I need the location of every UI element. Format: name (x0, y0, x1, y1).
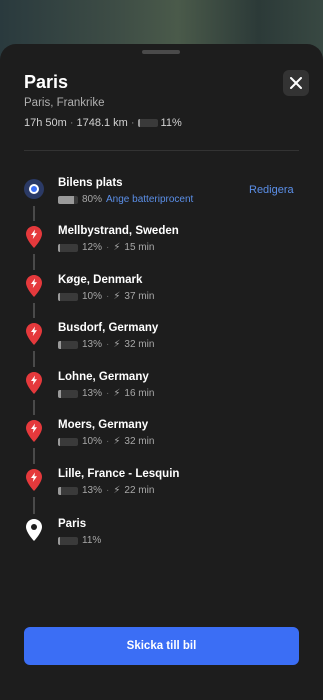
battery-icon (58, 437, 78, 446)
stop-name: Busdorf, Germany (58, 322, 159, 334)
charger-pin-icon (24, 323, 44, 345)
battery-icon (58, 195, 78, 204)
destination-pin-icon (24, 519, 44, 541)
send-to-car-button[interactable]: Skicka till bil (24, 627, 299, 665)
separator: · (106, 485, 110, 496)
route-connector (33, 400, 35, 415)
separator: · (106, 242, 110, 253)
current-location-icon (24, 178, 44, 200)
charger-pin-icon (24, 420, 44, 442)
route-sheet: Paris Paris, Frankrike 17h 50m · 1748.1 … (0, 44, 323, 700)
battery-icon (58, 536, 78, 545)
charge-time: 37 min (124, 291, 155, 302)
route-connector (33, 497, 35, 514)
stop-battery: 13% (82, 485, 103, 496)
battery-icon (58, 292, 78, 301)
trip-stats: 17h 50m · 1748.1 km · 11% (24, 117, 182, 129)
arrival-battery: 11% (160, 117, 182, 129)
separator: · (106, 291, 110, 302)
stop-charger[interactable]: Busdorf, Germany 13% · ⚡︎ 32 min (0, 322, 323, 362)
stop-name: Bilens plats (58, 177, 123, 189)
separator: · (106, 388, 110, 399)
stop-name: Paris (58, 518, 87, 530)
bolt-icon: ⚡︎ (113, 388, 121, 399)
separator: · (130, 117, 135, 129)
stop-battery: 10% (82, 291, 103, 302)
stop-destination[interactable]: Paris 11% (0, 518, 323, 558)
stop-name: Moers, Germany (58, 419, 149, 431)
drag-handle[interactable] (142, 50, 180, 54)
bolt-icon: ⚡︎ (113, 242, 121, 253)
charger-pin-icon (24, 372, 44, 394)
route-connector (33, 303, 35, 318)
bolt-icon: ⚡︎ (113, 339, 121, 350)
stop-charger[interactable]: Moers, Germany 10% · ⚡︎ 32 min (0, 419, 323, 459)
charger-pin-icon (24, 275, 44, 297)
close-button[interactable] (283, 70, 309, 96)
stop-info: 80% Ange batteriprocent (58, 194, 193, 205)
stop-name: Mellbystrand, Sweden (58, 225, 179, 237)
separator: · (69, 117, 74, 129)
battery-icon (58, 486, 78, 495)
charger-pin-icon (24, 469, 44, 491)
stop-info: 10% · ⚡︎ 37 min (58, 291, 154, 302)
close-icon (290, 77, 302, 89)
stop-battery: 80% (82, 194, 103, 205)
battery-icon (58, 389, 78, 398)
separator: · (106, 436, 110, 447)
stop-battery: 13% (82, 339, 103, 350)
stop-charger[interactable]: Lohne, Germany 13% · ⚡︎ 16 min (0, 371, 323, 411)
charge-time: 15 min (124, 242, 155, 253)
route-connector (33, 448, 35, 464)
edit-button[interactable]: Redigera (249, 184, 294, 196)
stop-charger[interactable]: Mellbystrand, Sweden 12% · ⚡︎ 15 min (0, 225, 323, 265)
stop-info: 12% · ⚡︎ 15 min (58, 242, 154, 253)
stop-battery: 12% (82, 242, 103, 253)
page-title: Paris (24, 72, 69, 92)
charge-time: 22 min (124, 485, 155, 496)
stop-charger[interactable]: Lille, France - Lesquin 13% · ⚡︎ 22 min (0, 468, 323, 508)
separator: · (106, 339, 110, 350)
route-connector (33, 206, 35, 221)
route-connector (33, 254, 35, 270)
bolt-icon: ⚡︎ (113, 436, 121, 447)
set-battery-link[interactable]: Ange batteriprocent (106, 194, 193, 205)
charge-time: 16 min (124, 388, 155, 399)
stop-info: 11% (58, 535, 101, 546)
stop-name: Lille, France - Lesquin (58, 468, 180, 480)
bolt-icon: ⚡︎ (113, 485, 121, 496)
stop-battery: 10% (82, 436, 103, 447)
charger-pin-icon (24, 226, 44, 248)
stop-battery: 13% (82, 388, 103, 399)
divider (24, 150, 299, 151)
stop-info: 13% · ⚡︎ 22 min (58, 485, 154, 496)
stop-charger[interactable]: Køge, Denmark 10% · ⚡︎ 37 min (0, 274, 323, 314)
stop-info: 13% · ⚡︎ 16 min (58, 388, 154, 399)
bolt-icon: ⚡︎ (113, 291, 121, 302)
charge-time: 32 min (124, 339, 155, 350)
stop-info: 13% · ⚡︎ 32 min (58, 339, 154, 350)
destination-subtitle: Paris, Frankrike (24, 97, 105, 109)
route-connector (33, 351, 35, 367)
stop-name: Køge, Denmark (58, 274, 143, 286)
stop-info: 10% · ⚡︎ 32 min (58, 436, 154, 447)
stop-name: Lohne, Germany (58, 371, 149, 383)
battery-icon (137, 119, 158, 127)
stop-origin[interactable]: Bilens plats 80% Ange batteriprocent (0, 177, 323, 217)
trip-duration: 17h 50m (24, 117, 67, 129)
trip-distance: 1748.1 km (76, 117, 128, 129)
battery-icon (58, 243, 78, 252)
battery-icon (58, 340, 78, 349)
stop-battery: 11% (82, 535, 102, 546)
charge-time: 32 min (124, 436, 155, 447)
